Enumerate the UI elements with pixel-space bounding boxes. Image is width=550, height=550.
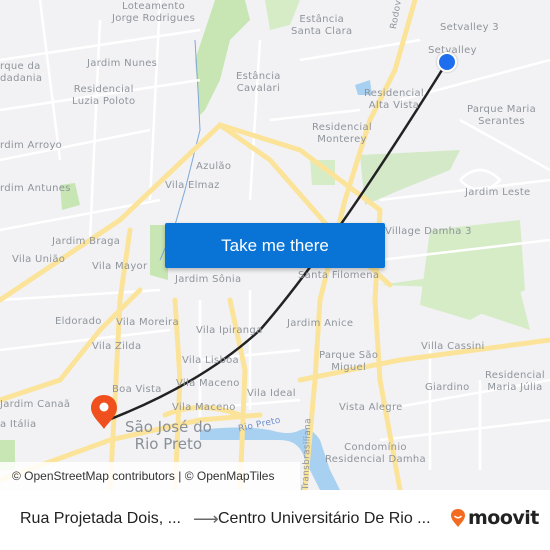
park xyxy=(195,0,250,115)
map-label: Loteamento Jorge Rodrigues xyxy=(112,1,196,24)
origin-name: Rua Projetada Dois, ... xyxy=(20,510,181,527)
map-label: Vista Alegre xyxy=(339,402,403,413)
map-label: Eldorado xyxy=(55,316,102,327)
map-label: rque da dadania xyxy=(0,61,43,84)
map-label: Residencial Maria Júlia xyxy=(485,370,545,393)
map-label: Jardim Nunes xyxy=(87,58,158,69)
map-label: Vila Lisboa xyxy=(182,355,239,366)
map-label: Jardim Anice xyxy=(287,318,354,329)
map-label: Boa Vista xyxy=(112,384,162,395)
origin-marker[interactable] xyxy=(437,52,457,72)
map-label: Villa Cassini xyxy=(421,341,485,352)
map-label: Jardim Braga xyxy=(52,236,121,247)
map-label: Setvalley 3 xyxy=(440,22,499,33)
map-label: Estância Santa Clara xyxy=(291,14,353,37)
map-label: Estância Cavalari xyxy=(236,71,281,94)
moovit-pin-icon xyxy=(451,509,465,527)
map-label: Residencial Monterey xyxy=(312,122,372,145)
map-label: Vila Mayor xyxy=(92,261,148,272)
city-label: São José do Rio Preto xyxy=(125,418,212,453)
road-label: Transbrasiliana xyxy=(300,417,314,490)
map-label: Jardim Leste xyxy=(465,187,531,198)
map-label: rdim Arroyo xyxy=(0,140,63,151)
map-label: Vila Elmaz xyxy=(165,180,220,191)
map-label: Village Damha 3 xyxy=(385,226,472,237)
map-label: Vila Maceno xyxy=(176,378,240,389)
map-label: Vila Moreira xyxy=(116,317,179,328)
map-label: Santa Filomena xyxy=(298,270,380,281)
moovit-logo[interactable]: moovit xyxy=(450,507,539,529)
map-label: Residencial Alta Vista xyxy=(364,88,424,111)
map-label: Vila União xyxy=(12,254,66,265)
map-label: Jardim Canaã xyxy=(0,399,71,410)
map-label: Jardim Sônia xyxy=(175,274,242,285)
map-label: Parque São Miguel xyxy=(319,350,379,373)
map-label: Vila Ideal xyxy=(247,388,296,399)
map-label: Vila Zilda xyxy=(92,341,142,352)
map-label: Azulão xyxy=(196,161,232,172)
destination-name: Centro Universitário De Rio ... xyxy=(218,510,431,527)
map-label: Parque Maria Serantes xyxy=(467,104,537,127)
map-label: rdim Antunes xyxy=(0,183,71,194)
destination-pin-icon[interactable] xyxy=(89,394,119,434)
map-label: Vila Ipiranga xyxy=(196,325,263,336)
map[interactable]: Loteamento Jorge Rodrigues Estância Sant… xyxy=(0,0,550,490)
moovit-wordmark: moovit xyxy=(468,507,539,529)
map-label: Giardino xyxy=(425,382,470,393)
map-label: Vila Maceno xyxy=(172,402,236,413)
map-label: a Itália xyxy=(0,419,37,430)
map-attribution: © OpenStreetMap contributors | © OpenMap… xyxy=(0,462,300,490)
map-label: Residencial Luzia Poloto xyxy=(72,84,136,107)
take-me-there-button[interactable]: Take me there xyxy=(165,223,385,268)
arrow-right-icon: ⟶ xyxy=(193,509,219,529)
footer-bar: Rua Projetada Dois, ... ⟶ Centro Univers… xyxy=(0,490,550,550)
map-label: Condomínio Residencial Damha xyxy=(325,442,426,465)
